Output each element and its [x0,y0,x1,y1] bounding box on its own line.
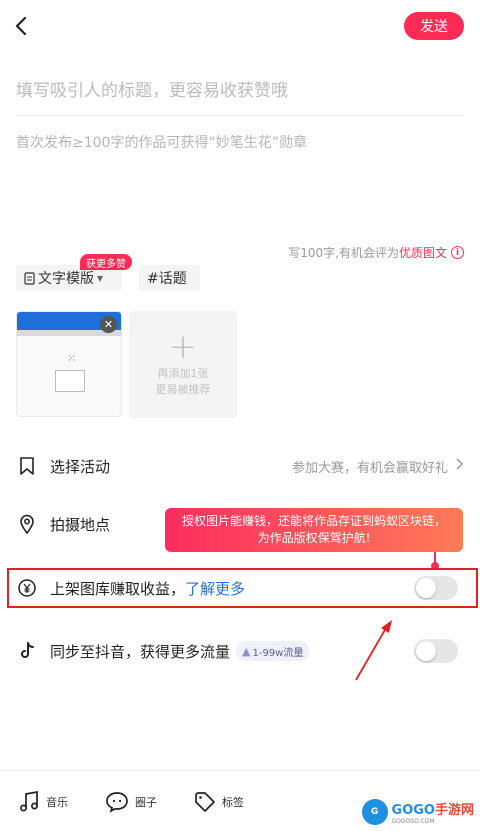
music-label: 音乐 [46,796,68,809]
tag-label: 标签 [222,796,244,809]
watermark-brand: GOGO [391,803,435,818]
bottom-toolbar: 音乐 圈子 标签 G GOGO手游网 GOGOSO.COM [0,770,480,831]
watermark-brand-cn: 手游网 [434,803,474,818]
music-tool[interactable]: 音乐 [18,791,68,813]
watermark-logo: G [361,799,388,825]
chat-bubble-icon [106,792,128,813]
annotation-arrow [355,620,392,681]
circle-label: 圈子 [135,796,157,809]
music-note-icon [20,791,38,812]
tag-icon [195,792,215,812]
site-watermark: G GOGO手游网 GOGOSO.COM [361,799,474,825]
watermark-sub: GOGOSO.COM [391,818,435,825]
circle-tool[interactable]: 圈子 [105,791,157,813]
tag-tool[interactable]: 标签 [194,791,244,813]
